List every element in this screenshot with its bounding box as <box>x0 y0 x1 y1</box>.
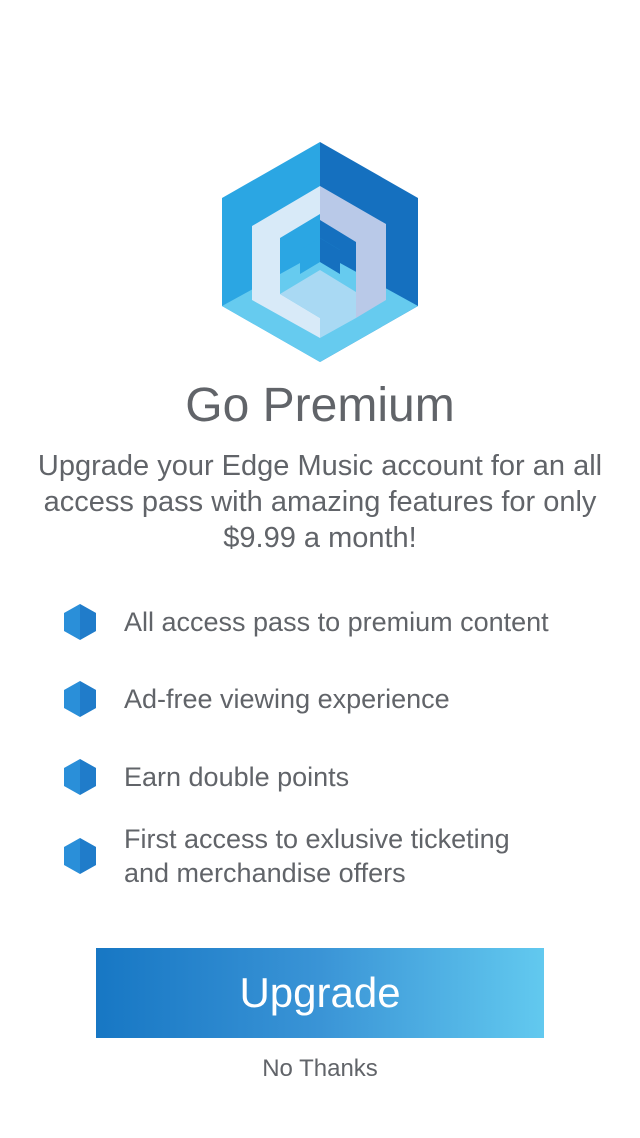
upgrade-button[interactable]: Upgrade <box>96 948 544 1038</box>
feature-item: All access pass to premium content <box>62 603 622 641</box>
feature-item: Ad-free viewing experience <box>62 680 622 718</box>
feature-text: All access pass to premium content <box>124 607 549 637</box>
feature-item: First access to exlusive ticketing and m… <box>62 822 622 890</box>
feature-item: Earn double points <box>62 758 622 796</box>
feature-text: Earn double points <box>124 762 350 792</box>
no-thanks-link[interactable]: No Thanks <box>220 1050 420 1088</box>
page-title: Go Premium <box>185 379 455 432</box>
hexagon-bullet-icon <box>64 759 96 795</box>
hexagon-bullet-icon <box>64 604 96 640</box>
hexagon-bullet-icon <box>64 838 96 874</box>
hexagon-bullet-icon <box>64 681 96 717</box>
page-subtitle: Upgrade your Edge Music account for an a… <box>37 450 603 554</box>
edge-music-logo-icon <box>222 142 418 362</box>
premium-upsell-screen: Go Premium Upgrade your Edge Music accou… <box>0 0 640 1138</box>
feature-text: First access to exlusive ticketing and m… <box>124 824 510 888</box>
feature-text: Ad-free viewing experience <box>124 684 450 714</box>
